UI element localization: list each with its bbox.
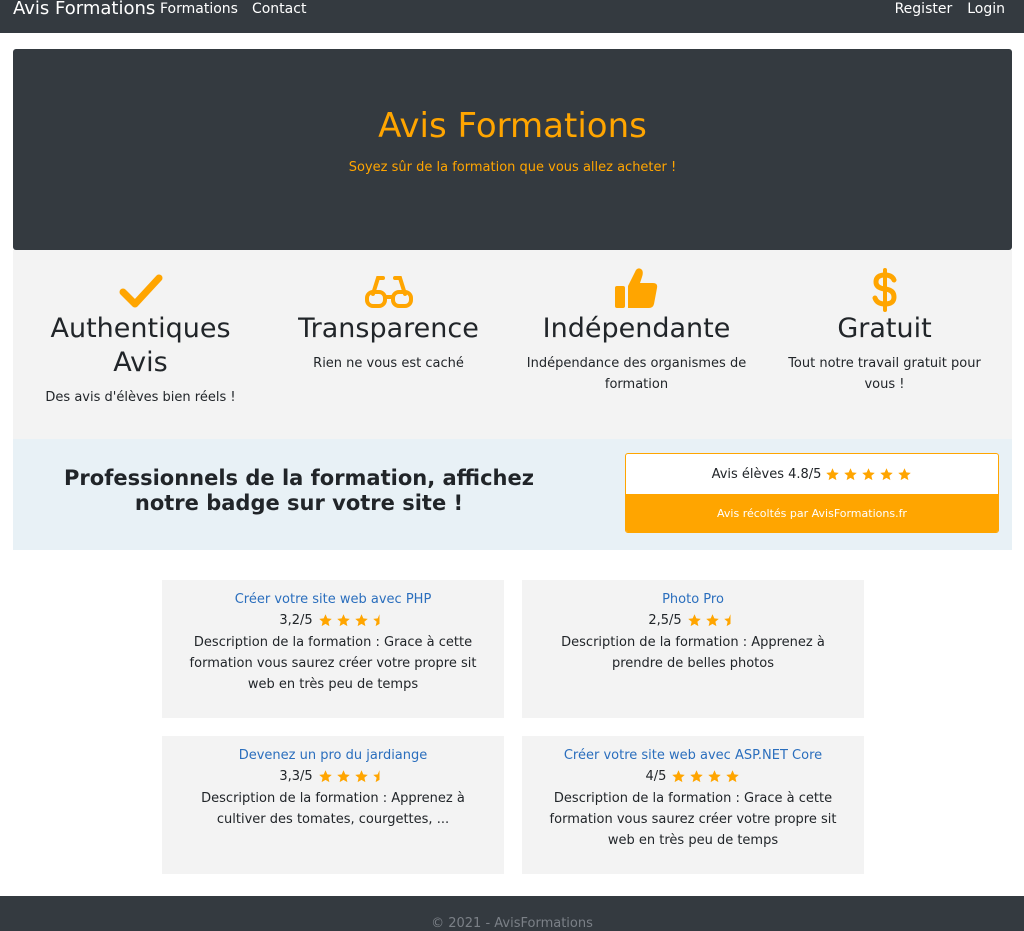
formation-rating: 4/5 <box>522 769 864 784</box>
badge-stars <box>825 467 912 482</box>
formation-description: Description de la formation : Apprenez à… <box>201 791 465 827</box>
feature-title: Gratuit <box>837 313 932 344</box>
formation-rating: 2,5/5 <box>522 613 864 628</box>
features-section: Authentiques Avis Des avis d'élèves bien… <box>13 250 1012 439</box>
rating-text: 2,5/5 <box>648 613 682 628</box>
star-icon <box>880 467 894 480</box>
formation-card: Photo Pro 2,5/5 Description de la format… <box>522 580 864 718</box>
formation-card: Créer votre site web avec PHP 3,2/5 Desc… <box>162 580 504 718</box>
formation-title-link[interactable]: Devenez un pro du jardiange <box>162 748 504 763</box>
star-icon <box>354 614 368 627</box>
feature-text: Des avis d'élèves bien réels ! <box>45 390 236 405</box>
glasses-icon <box>265 272 512 312</box>
formation-rating: 3,3/5 <box>162 769 504 784</box>
star-icon <box>726 770 740 783</box>
nav-link-login[interactable]: Login <box>967 1 1005 17</box>
hero-subtitle: Soyez sûr de la formation que vous allez… <box>348 160 677 175</box>
feature-title: Indépendante <box>542 313 731 344</box>
feature-title: Authentiques Avis <box>50 313 231 378</box>
badge-top: Avis élèves 4.8/5 <box>626 454 998 494</box>
star-icon <box>898 467 912 480</box>
star-icon <box>690 770 704 783</box>
star-icon <box>354 770 368 783</box>
star-icon <box>318 770 332 783</box>
feature-text: Rien ne vous est caché <box>313 356 464 371</box>
formation-title-link[interactable]: Créer votre site web avec PHP <box>162 592 504 607</box>
formation-description: Description de la formation : Grace à ce… <box>189 635 477 692</box>
star-icon <box>862 467 876 480</box>
star-icon <box>687 614 701 627</box>
feature-text: Indépendance des organismes de formation <box>526 356 747 392</box>
checkmark-icon <box>17 272 264 312</box>
star-icon <box>336 614 350 627</box>
badge-promo-text: Professionnels de la formation, affichez… <box>64 466 534 515</box>
rating-stars <box>318 613 387 628</box>
feature-title: Transparence <box>298 313 479 344</box>
star-icon <box>844 467 858 480</box>
star-icon <box>672 770 686 783</box>
star-half-icon <box>372 614 380 627</box>
formation-description: Description de la formation : Grace à ce… <box>549 791 837 848</box>
nav-link-contact[interactable]: Contact <box>252 1 306 17</box>
badge-label: Avis élèves 4.8/5 <box>711 466 822 482</box>
star-icon <box>705 614 719 627</box>
footer: © 2021 - AvisFormations <box>0 896 1024 931</box>
star-half-icon <box>723 614 731 627</box>
star-icon <box>318 614 332 627</box>
rating-stars <box>671 769 740 784</box>
formation-description: Description de la formation : Apprenez à… <box>561 635 825 671</box>
hero-title: Avis Formations <box>378 106 647 146</box>
badge-section: Professionnels de la formation, affichez… <box>13 439 1012 550</box>
footer-copyright: © 2021 - AvisFormations <box>431 916 593 931</box>
rating-text: 3,2/5 <box>279 613 313 628</box>
navbar: Avis Formations Formations Contact Regis… <box>0 0 1024 33</box>
formation-card: Créer votre site web avec ASP.NET Core 4… <box>522 736 864 874</box>
rating-stars <box>318 769 387 784</box>
feature-text: Tout notre travail gratuit pour vous ! <box>788 356 981 392</box>
thumbs-up-icon <box>513 268 760 312</box>
rating-text: 4/5 <box>645 769 667 784</box>
formation-rating: 3,2/5 <box>162 613 504 628</box>
formation-card: Devenez un pro du jardiange 3,3/5 Descri… <box>162 736 504 874</box>
star-half-icon <box>372 770 380 783</box>
badge-footer: Avis récoltés par AvisFormations.fr <box>626 494 998 532</box>
nav-right: Register Login <box>895 1 1005 17</box>
formation-title-link[interactable]: Photo Pro <box>522 592 864 607</box>
rating-stars <box>687 613 738 628</box>
dollar-icon <box>761 268 1008 312</box>
formation-title-link[interactable]: Créer votre site web avec ASP.NET Core <box>522 748 864 763</box>
nav-left: Formations Contact <box>160 1 306 17</box>
hero-banner: Avis Formations Soyez sûr de la formatio… <box>13 49 1012 250</box>
nav-link-register[interactable]: Register <box>895 1 953 17</box>
rating-text: 3,3/5 <box>279 769 313 784</box>
star-icon <box>336 770 350 783</box>
brand-link[interactable]: Avis Formations <box>13 0 155 19</box>
star-icon <box>826 467 840 480</box>
star-icon <box>708 770 722 783</box>
rating-badge[interactable]: Avis élèves 4.8/5 Avis récoltés par Avis… <box>625 453 999 533</box>
nav-link-formations[interactable]: Formations <box>160 1 238 17</box>
